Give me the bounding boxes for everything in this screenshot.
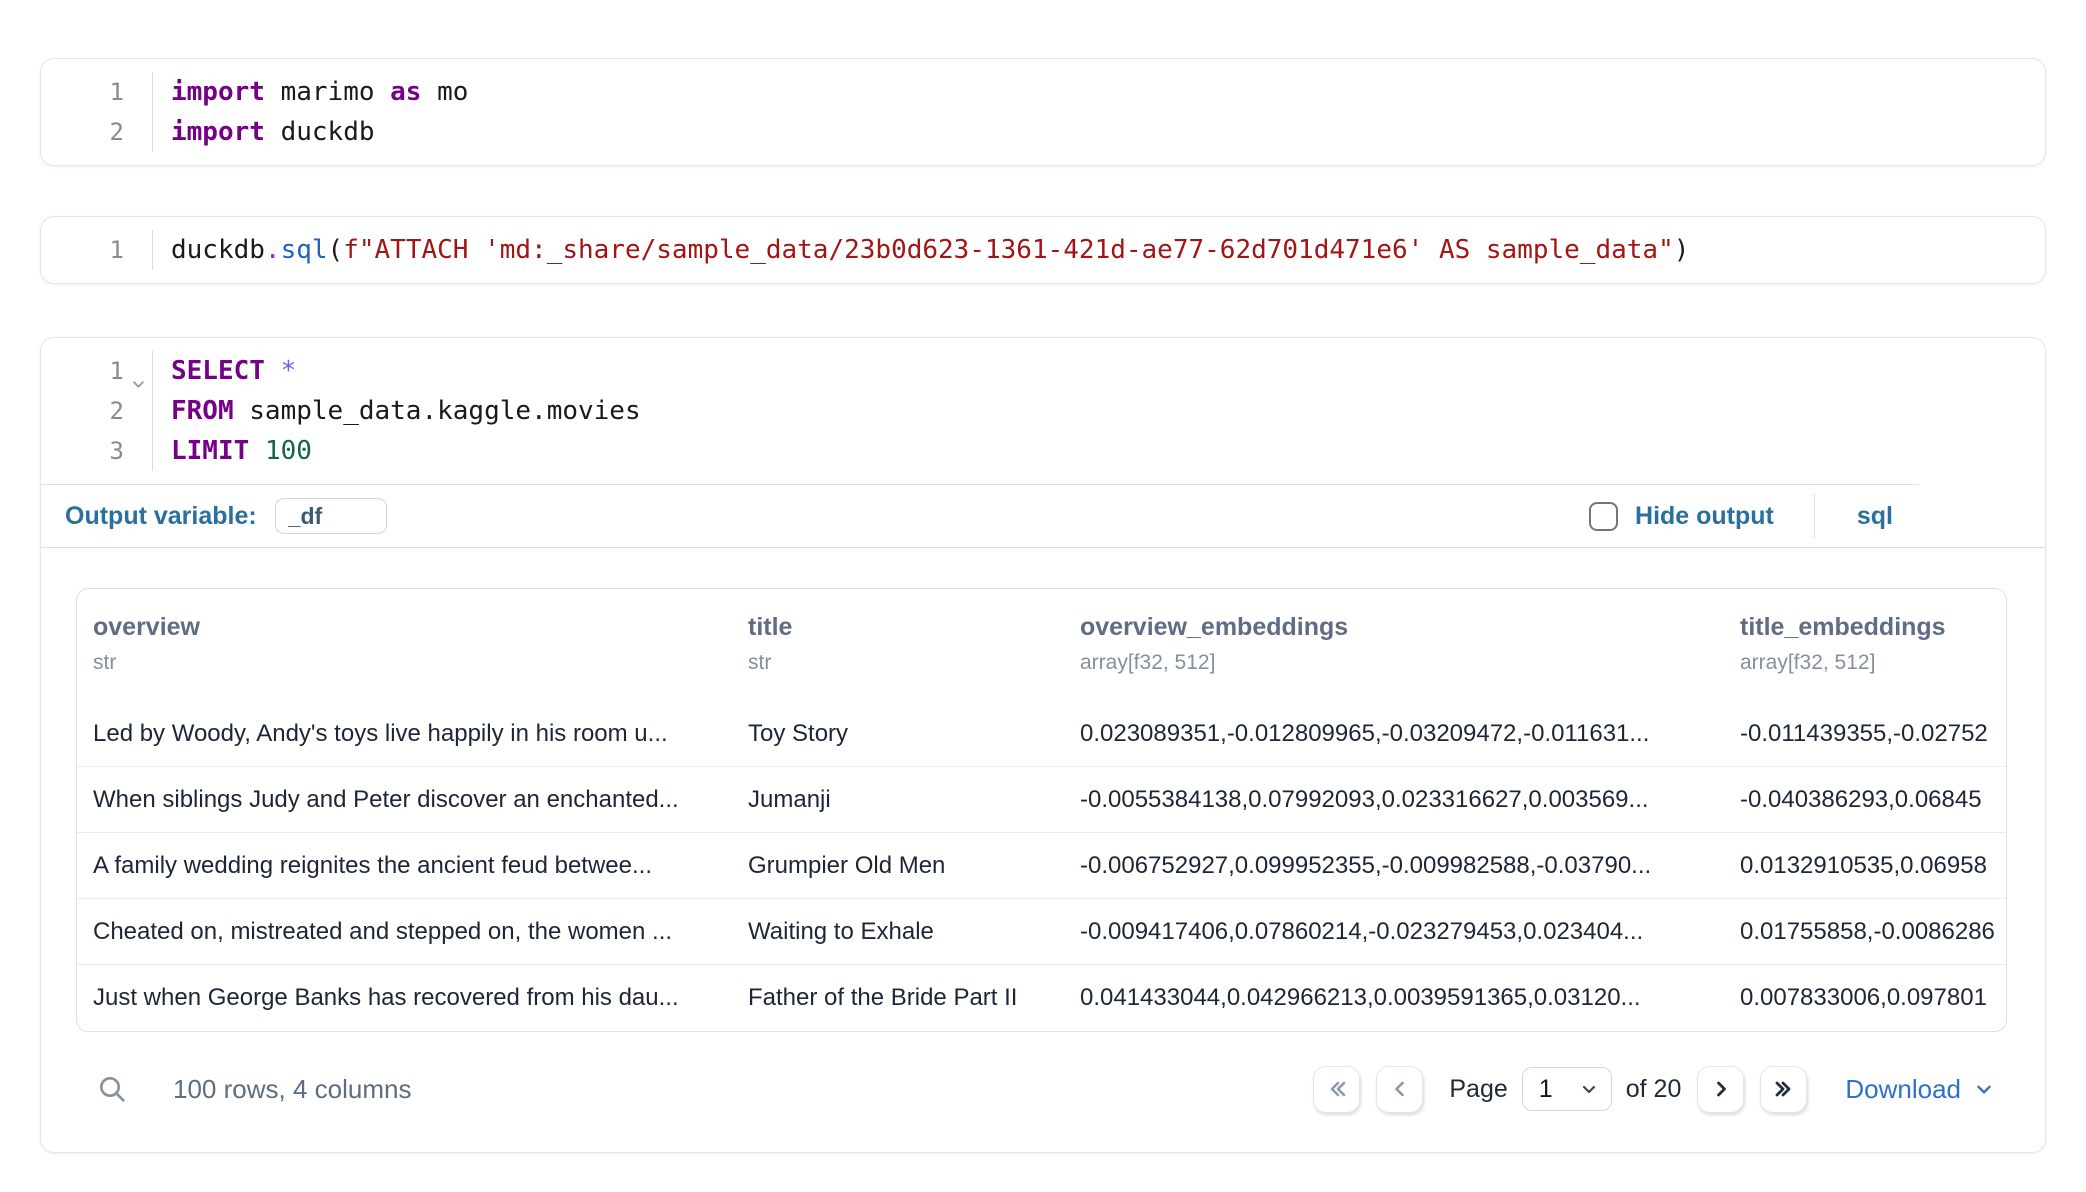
table-cell: When siblings Judy and Peter discover an…: [77, 767, 732, 833]
search-icon[interactable]: [76, 1073, 128, 1105]
table-cell: Waiting to Exhale: [732, 899, 1064, 965]
page-total-label: of 20: [1626, 1075, 1682, 1104]
download-label: Download: [1845, 1074, 1961, 1105]
table-cell: -0.040386293,0.06845: [1724, 767, 2006, 833]
page-number-select[interactable]: 1: [1522, 1067, 1612, 1111]
code-line[interactable]: import duckdb: [171, 112, 2045, 152]
table-cell: 0.0132910535,0.06958: [1724, 833, 2006, 899]
dataframe-table: overview str title str overview_embeddingsar…: [76, 588, 2007, 1032]
notebook: 12 import marimo as moimport duckdb 1 du…: [0, 58, 2086, 1153]
previous-page-button[interactable]: [1376, 1066, 1423, 1113]
table-cell: -0.0055384138,0.07992093,0.023316627,0.0…: [1064, 767, 1724, 833]
code-editor[interactable]: 12 import marimo as moimport duckdb: [41, 59, 2045, 165]
table-cell: 0.01755858,-0.0086286: [1724, 899, 2006, 965]
table-body: Led by Woody, Andy's toys live happily i…: [77, 701, 2006, 1031]
table-cell: Led by Woody, Andy's toys live happily i…: [77, 701, 732, 767]
column-header[interactable]: title str: [732, 589, 1064, 701]
table-cell: Father of the Bride Part II: [732, 965, 1064, 1031]
language-badge[interactable]: sql: [1857, 502, 1893, 531]
hide-output-checkbox[interactable]: [1589, 502, 1618, 531]
code-line[interactable]: import marimo as mo: [171, 72, 2045, 112]
table-cell: 0.023089351,-0.012809965,-0.03209472,-0.…: [1064, 701, 1724, 767]
code-lines[interactable]: SELECT *FROM sample_data.kaggle.moviesLI…: [153, 351, 2045, 471]
table-footer: 100 rows, 4 columns Page 1: [76, 1058, 2007, 1120]
code-editor[interactable]: 1 duckdb.sql(f"ATTACH 'md:_share/sample_…: [41, 217, 2045, 283]
line-number: 2: [41, 391, 152, 431]
column-dtype: array[f32, 512]: [1740, 651, 2006, 701]
code-line[interactable]: SELECT *: [171, 351, 2045, 391]
code-cell-attach: 1 duckdb.sql(f"ATTACH 'md:_share/sample_…: [40, 216, 2046, 284]
next-page-button[interactable]: [1697, 1066, 1744, 1113]
table-cell: 0.007833006,0.097801: [1724, 965, 2006, 1031]
table-cell: Just when George Banks has recovered fro…: [77, 965, 732, 1031]
line-number: 1: [41, 230, 152, 270]
column-dtype: str: [748, 651, 1064, 701]
code-line[interactable]: LIMIT 100: [171, 431, 2045, 471]
column-header[interactable]: title_embeddings array[f32, 512]: [1724, 589, 2006, 701]
table-cell: 0.041433044,0.042966213,0.0039591365,0.0…: [1064, 965, 1724, 1031]
line-number: 1: [41, 351, 152, 391]
column-name: title: [748, 613, 1064, 642]
code-lines[interactable]: import marimo as moimport duckdb: [153, 72, 2045, 152]
toolbar-divider: [1814, 494, 1815, 538]
table-cell: A family wedding reignites the ancient f…: [77, 833, 732, 899]
line-number-gutter: 1: [41, 230, 153, 270]
column-header[interactable]: overview_embeddings array[f32, 512]: [1064, 589, 1724, 701]
download-button[interactable]: Download: [1845, 1074, 1995, 1105]
table-cell: Toy Story: [732, 701, 1064, 767]
sql-cell: 123 SELECT *FROM sample_data.kaggle.movi…: [40, 337, 2046, 1153]
last-page-button[interactable]: [1760, 1066, 1807, 1113]
first-page-button[interactable]: [1313, 1066, 1360, 1113]
line-number: 2: [41, 112, 152, 152]
table-row[interactable]: Just when George Banks has recovered fro…: [77, 965, 2006, 1031]
column-name: overview_embeddings: [1080, 613, 1724, 642]
column-name: overview: [93, 613, 732, 642]
line-number-gutter: 123: [41, 351, 153, 471]
chevron-down-icon: [1579, 1079, 1599, 1099]
table-header-row: overview str title str overview_embeddingsar…: [77, 589, 2006, 701]
column-name: title_embeddings: [1740, 613, 2006, 642]
code-editor[interactable]: 123 SELECT *FROM sample_data.kaggle.movi…: [41, 338, 2045, 484]
page-number-value: 1: [1539, 1075, 1553, 1104]
table-cell: -0.011439355,-0.02752: [1724, 701, 2006, 767]
table-cell: -0.009417406,0.07860214,-0.023279453,0.0…: [1064, 899, 1724, 965]
table-row[interactable]: A family wedding reignites the ancient f…: [77, 833, 2006, 899]
output-toolbar: Output variable: Hide output sql: [41, 485, 2045, 547]
chevron-down-icon: [1973, 1078, 1995, 1100]
page-label: Page: [1449, 1075, 1507, 1104]
hide-output-label[interactable]: Hide output: [1635, 502, 1774, 531]
column-header[interactable]: overview str: [77, 589, 732, 701]
code-cell-imports: 12 import marimo as moimport duckdb: [40, 58, 2046, 166]
cell-output-area: overview str title str overview_embeddingsar…: [41, 548, 2045, 1152]
output-variable-input[interactable]: [275, 498, 387, 534]
column-dtype: str: [93, 651, 732, 701]
table-cell: Grumpier Old Men: [732, 833, 1064, 899]
table-cell: -0.006752927,0.099952355,-0.009982588,-0…: [1064, 833, 1724, 899]
code-line[interactable]: duckdb.sql(f"ATTACH 'md:_share/sample_da…: [171, 230, 2045, 270]
table-row[interactable]: When siblings Judy and Peter discover an…: [77, 767, 2006, 833]
output-variable-label: Output variable:: [65, 502, 257, 531]
table-row[interactable]: Cheated on, mistreated and stepped on, t…: [77, 899, 2006, 965]
table-cell: Jumanji: [732, 767, 1064, 833]
table-cell: Cheated on, mistreated and stepped on, t…: [77, 899, 732, 965]
row-count-summary: 100 rows, 4 columns: [173, 1074, 411, 1105]
line-number: 1: [41, 72, 152, 112]
line-number: 3: [41, 431, 152, 471]
line-number-gutter: 12: [41, 72, 153, 152]
code-lines[interactable]: duckdb.sql(f"ATTACH 'md:_share/sample_da…: [153, 230, 2045, 270]
table-row[interactable]: Led by Woody, Andy's toys live happily i…: [77, 701, 2006, 767]
code-line[interactable]: FROM sample_data.kaggle.movies: [171, 391, 2045, 431]
column-dtype: array[f32, 512]: [1080, 651, 1724, 701]
